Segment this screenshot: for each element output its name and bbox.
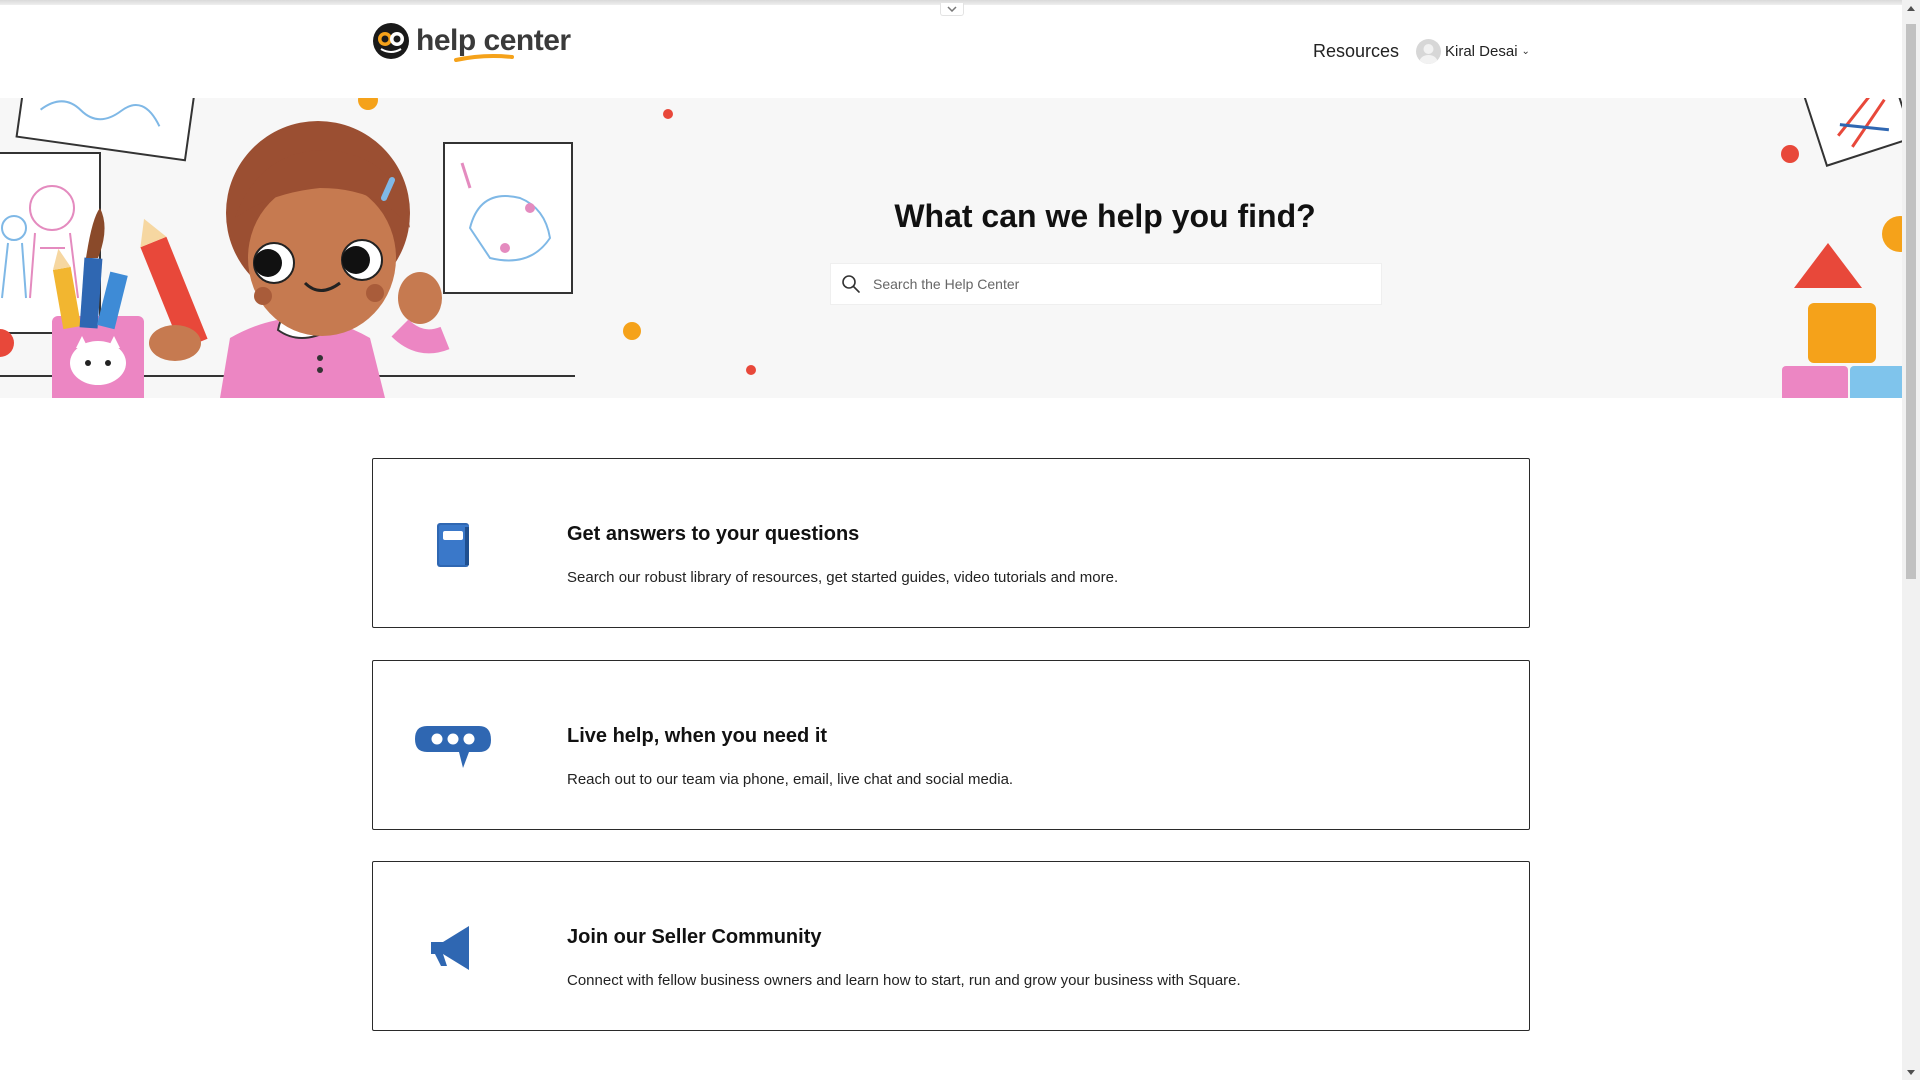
scrollbar-thumb[interactable]	[1906, 24, 1916, 579]
chevron-down-icon: ⌄	[1521, 46, 1530, 57]
card-get-answers[interactable]: Get answers to your questions Search our…	[372, 458, 1530, 628]
card-title: Get answers to your questions	[567, 523, 860, 545]
chat-bubble-icon	[415, 726, 491, 768]
help-center-logo[interactable]: help center	[372, 22, 571, 62]
user-avatar-icon	[1419, 44, 1438, 64]
card-description: Connect with fellow business owners and …	[567, 972, 1241, 989]
book-icon	[437, 523, 469, 567]
search-bar[interactable]	[830, 263, 1382, 305]
page-scrollbar[interactable]	[1902, 0, 1920, 1080]
avatar	[1416, 39, 1441, 64]
search-icon	[842, 275, 860, 293]
card-icon-wrap	[413, 920, 493, 976]
card-description: Reach out to our team via phone, email, …	[567, 771, 1014, 788]
child-drawing-illustration	[0, 98, 575, 398]
site-header: help center Resources Kiral Desai ⌄	[0, 5, 1902, 98]
card-description: Search our robust library of resources, …	[567, 569, 1119, 586]
logo-swoosh	[454, 54, 514, 62]
search-input[interactable]	[871, 275, 1355, 293]
card-live-help[interactable]: Live help, when you need it Reach out to…	[372, 660, 1530, 830]
confetti-dots	[623, 109, 756, 375]
card-icon-wrap	[413, 517, 493, 573]
nav-resources-link[interactable]: Resources	[1313, 41, 1399, 62]
collapse-toggle[interactable]	[940, 3, 964, 16]
megaphone-icon	[431, 926, 469, 970]
card-icon-wrap	[413, 719, 493, 775]
chevron-down-icon	[947, 6, 957, 12]
logo-text: help center	[416, 24, 571, 57]
blocks-illustration	[1781, 98, 1902, 398]
scroll-up-arrow[interactable]	[1902, 0, 1920, 16]
card-title: Live help, when you need it	[567, 725, 828, 747]
card-title: Join our Seller Community	[567, 926, 822, 948]
hero-banner: What can we help you find?	[0, 98, 1902, 398]
logo-mark-icon	[373, 23, 409, 59]
chevron-down-icon	[1907, 1069, 1915, 1075]
chevron-up-icon	[1907, 5, 1915, 11]
card-seller-community[interactable]: Join our Seller Community Connect with f…	[372, 861, 1530, 1031]
user-name: Kiral Desai	[1445, 43, 1518, 60]
hero-title: What can we help you find?	[894, 198, 1316, 234]
scroll-down-arrow[interactable]	[1902, 1064, 1920, 1080]
user-menu[interactable]: Kiral Desai ⌄	[1416, 39, 1530, 64]
